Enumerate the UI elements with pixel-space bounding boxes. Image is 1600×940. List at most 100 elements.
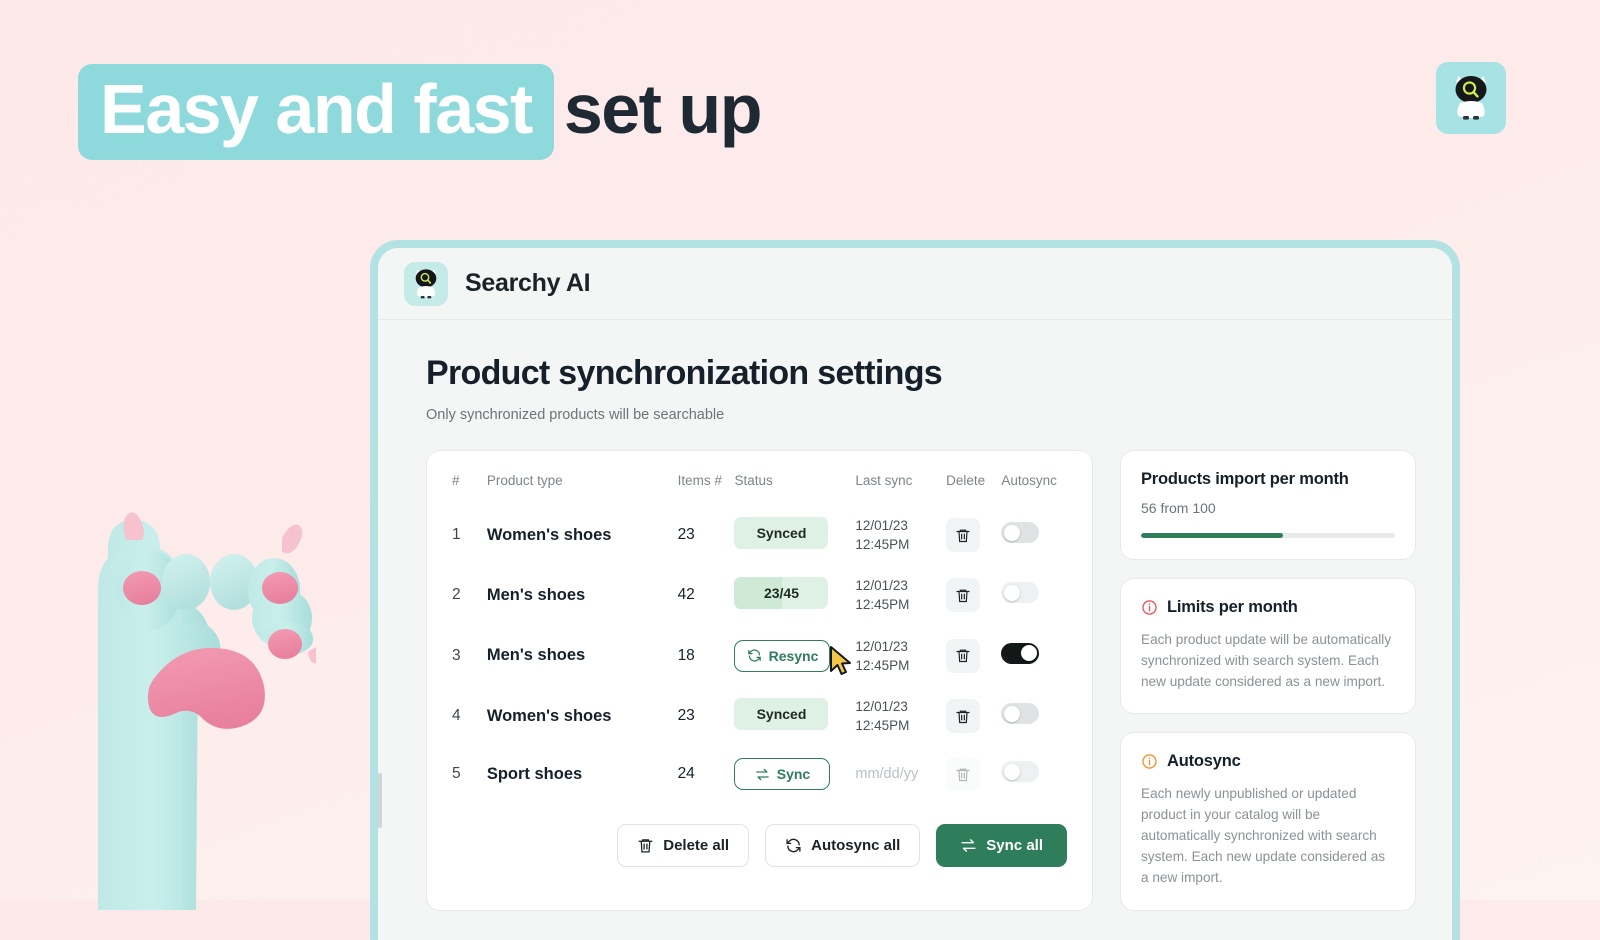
row-product-type: Men's shoes xyxy=(486,585,586,604)
limits-card-text: Each product update will be automaticall… xyxy=(1141,632,1392,690)
row-status-cell: Synced xyxy=(734,686,855,746)
col-header-index: # xyxy=(452,473,460,488)
sync-button[interactable]: Sync xyxy=(734,758,831,791)
product-sync-table: # Product type Items # Status Last sync … xyxy=(452,473,1067,802)
trash-icon xyxy=(956,529,970,542)
sync-arrows-icon xyxy=(755,768,769,780)
trash-icon xyxy=(956,710,970,723)
table-row: 1 Women's shoes 23 Synced 12/01/23 12:45PM xyxy=(452,505,1067,565)
row-last-sync-cell: mm/dd/yy xyxy=(855,746,946,802)
device-frame: Searchy AI Product synchronization setti… xyxy=(370,240,1460,940)
robot-search-mascot-icon xyxy=(1455,76,1487,120)
limits-card-title: Limits per month xyxy=(1167,598,1298,616)
screen-scrollbar-handle[interactable] xyxy=(378,773,382,828)
autosync-all-label: Autosync all xyxy=(811,837,901,855)
last-sync-value: 12/01/23 12:45PM xyxy=(855,518,910,553)
delete-all-label: Delete all xyxy=(663,837,730,855)
table-head: # Product type Items # Status Last sync … xyxy=(452,473,1067,505)
robot-search-logo-icon xyxy=(415,268,437,298)
table-action-bar: Delete all Autosync all Sync all xyxy=(452,824,1067,868)
refresh-icon xyxy=(747,649,761,662)
row-items-count: 23 xyxy=(677,707,695,725)
autosync-card: Autosync Each newly unpublished or updat… xyxy=(1120,732,1416,911)
row-index: 5 xyxy=(452,765,461,783)
limits-card: Limits per month Each product update wil… xyxy=(1120,578,1416,715)
last-sync-placeholder: mm/dd/yy xyxy=(855,765,919,782)
app-name: Searchy AI xyxy=(465,269,591,297)
row-delete-button[interactable] xyxy=(946,518,981,553)
resync-button[interactable]: Resync xyxy=(734,639,831,672)
cat-paw-illustration xyxy=(98,512,316,910)
row-delete-cell xyxy=(946,505,1001,565)
delete-all-button[interactable]: Delete all xyxy=(617,824,750,868)
trash-icon xyxy=(956,649,970,663)
hero-rest-text: set up xyxy=(563,70,763,148)
row-status-cell: 23/45 xyxy=(734,565,855,625)
row-autosync-cell xyxy=(1001,686,1067,746)
row-product-type: Women's shoes xyxy=(486,706,612,725)
row-autosync-cell xyxy=(1001,505,1067,565)
page-content: Product synchronization settings Only sy… xyxy=(378,320,1452,911)
row-delete-button[interactable] xyxy=(946,699,981,734)
row-index: 4 xyxy=(452,707,461,725)
row-autosync-cell xyxy=(1001,626,1067,686)
table-body: 1 Women's shoes 23 Synced 12/01/23 12:45PM 2 Me… xyxy=(452,505,1067,802)
row-last-sync-cell: 12/01/23 12:45PM xyxy=(855,505,946,565)
refresh-icon xyxy=(786,838,801,853)
row-delete-button[interactable] xyxy=(946,638,981,673)
app-header: Searchy AI xyxy=(378,248,1452,320)
content-columns: # Product type Items # Status Last sync … xyxy=(426,450,1452,911)
import-progress-fill xyxy=(1141,533,1284,538)
sync-arrows-icon xyxy=(961,839,976,853)
row-product-type: Sport shoes xyxy=(486,764,583,783)
page-title: Product synchronization settings xyxy=(426,354,943,392)
import-card-value: 56 from 100 xyxy=(1141,500,1216,516)
table-row: 2 Men's shoes 42 23/45 12/01/23 12:45PM xyxy=(452,565,1067,625)
last-sync-value: 12/01/23 12:45PM xyxy=(855,698,910,734)
row-autosync-toggle[interactable] xyxy=(1001,582,1040,604)
table-row: 5 Sport shoes 24 Sync mm/dd/yy xyxy=(452,746,1067,802)
row-status-cell: Sync xyxy=(734,746,855,802)
row-autosync-toggle[interactable] xyxy=(1001,522,1040,544)
row-last-sync-cell: 12/01/23 12:45PM xyxy=(855,686,946,746)
status-badge: Synced xyxy=(734,516,829,549)
app-logo xyxy=(404,261,448,306)
row-last-sync-cell: 12/01/23 12:45PM xyxy=(855,626,946,686)
row-items-count: 24 xyxy=(677,765,695,783)
autosync-card-text: Each newly unpublished or updated produc… xyxy=(1141,786,1386,886)
hero-highlight-text: Easy and fast xyxy=(78,64,554,160)
row-autosync-toggle[interactable] xyxy=(1001,703,1040,725)
autosync-card-header: Autosync xyxy=(1141,752,1395,771)
row-items-count: 18 xyxy=(677,646,695,664)
col-header-type: Product type xyxy=(486,473,563,488)
col-header-delete: Delete xyxy=(946,473,986,488)
row-items-count: 23 xyxy=(677,526,695,544)
row-items-count: 42 xyxy=(677,586,695,604)
sync-all-button[interactable]: Sync all xyxy=(936,824,1067,868)
row-index: 1 xyxy=(452,526,461,544)
trash-icon xyxy=(956,589,970,603)
row-index: 3 xyxy=(452,646,461,664)
last-sync-value: 12/01/23 12:45PM xyxy=(855,638,910,673)
row-delete-button[interactable] xyxy=(946,578,981,613)
table-header-row: # Product type Items # Status Last sync … xyxy=(452,473,1067,505)
row-delete-cell xyxy=(946,746,1001,802)
row-autosync-cell xyxy=(1001,746,1067,802)
row-index: 2 xyxy=(452,586,461,604)
info-sidebar: Products import per month 56 from 100 Li… xyxy=(1120,450,1416,911)
import-progress-track xyxy=(1141,533,1395,538)
row-product-type: Men's shoes xyxy=(486,646,586,665)
products-import-card: Products import per month 56 from 100 xyxy=(1120,450,1416,560)
mouse-pointer-icon xyxy=(830,646,851,675)
table-row: 3 Men's shoes 18 Resync 12/01/23 12:45PM xyxy=(452,626,1067,686)
autosync-all-button[interactable]: Autosync all xyxy=(765,824,921,868)
row-delete-cell xyxy=(946,565,1001,625)
sync-table-card: # Product type Items # Status Last sync … xyxy=(426,450,1093,911)
row-delete-cell xyxy=(946,686,1001,746)
last-sync-value: 12/01/23 12:45PM xyxy=(855,578,910,613)
row-autosync-toggle[interactable] xyxy=(1001,761,1040,783)
col-header-autosync: Autosync xyxy=(1001,473,1057,488)
row-last-sync-cell: 12/01/23 12:45PM xyxy=(855,565,946,625)
sync-all-label: Sync all xyxy=(986,837,1043,855)
row-autosync-toggle[interactable] xyxy=(1001,642,1040,664)
